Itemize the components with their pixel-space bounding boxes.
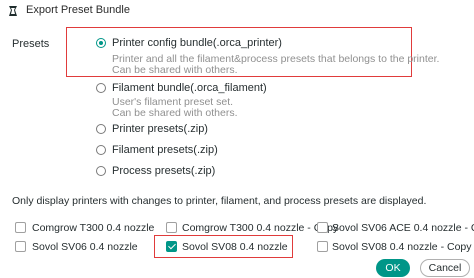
presets-label: Presets: [12, 38, 50, 50]
checkbox-sovol-sv08[interactable]: [166, 241, 177, 252]
radio-printer-config-bundle[interactable]: [96, 38, 106, 48]
option-label: Filament bundle(.orca_filament): [112, 82, 267, 94]
window-title: Export Preset Bundle: [26, 4, 130, 16]
option-label: Filament presets(.zip): [112, 144, 218, 156]
option-label: Printer presets(.zip): [112, 123, 208, 135]
checkbox-label: Sovol SV08 0.4 nozzle: [182, 241, 288, 253]
option-label: Printer config bundle(.orca_printer): [112, 37, 282, 49]
checkbox-sovol-sv06-ace-copy[interactable]: [317, 222, 328, 233]
checkbox-sovol-sv08-copy[interactable]: [317, 241, 328, 252]
checkbox-comgrow-t300[interactable]: [15, 222, 26, 233]
checkbox-sovol-sv06[interactable]: [15, 241, 26, 252]
radio-process-presets-zip[interactable]: [96, 166, 106, 176]
checkbox-label: Comgrow T300 0.4 nozzle - Copy: [182, 222, 339, 234]
checkbox-comgrow-t300-copy[interactable]: [166, 222, 177, 233]
option-description: Can be shared with others.: [112, 107, 238, 119]
orca-slicer-logo-icon: [9, 6, 17, 16]
option-description: Can be shared with others.: [112, 64, 238, 76]
checkbox-label: Comgrow T300 0.4 nozzle: [32, 222, 155, 234]
title-bar: Export Preset Bundle: [0, 0, 474, 22]
checkbox-label: Sovol SV06 ACE 0.4 nozzle - Copy: [332, 222, 474, 234]
checkbox-label: Sovol SV08 0.4 nozzle - Copy: [332, 241, 472, 253]
ok-button[interactable]: OK: [376, 259, 410, 277]
radio-printer-presets-zip[interactable]: [96, 124, 106, 134]
cancel-button[interactable]: Cancel: [420, 259, 470, 277]
radio-filament-bundle[interactable]: [96, 83, 106, 93]
radio-filament-presets-zip[interactable]: [96, 145, 106, 155]
printer-filter-note: Only display printers with changes to pr…: [12, 195, 427, 207]
checkbox-label: Sovol SV06 0.4 nozzle: [32, 241, 138, 253]
option-label: Process presets(.zip): [112, 165, 216, 177]
